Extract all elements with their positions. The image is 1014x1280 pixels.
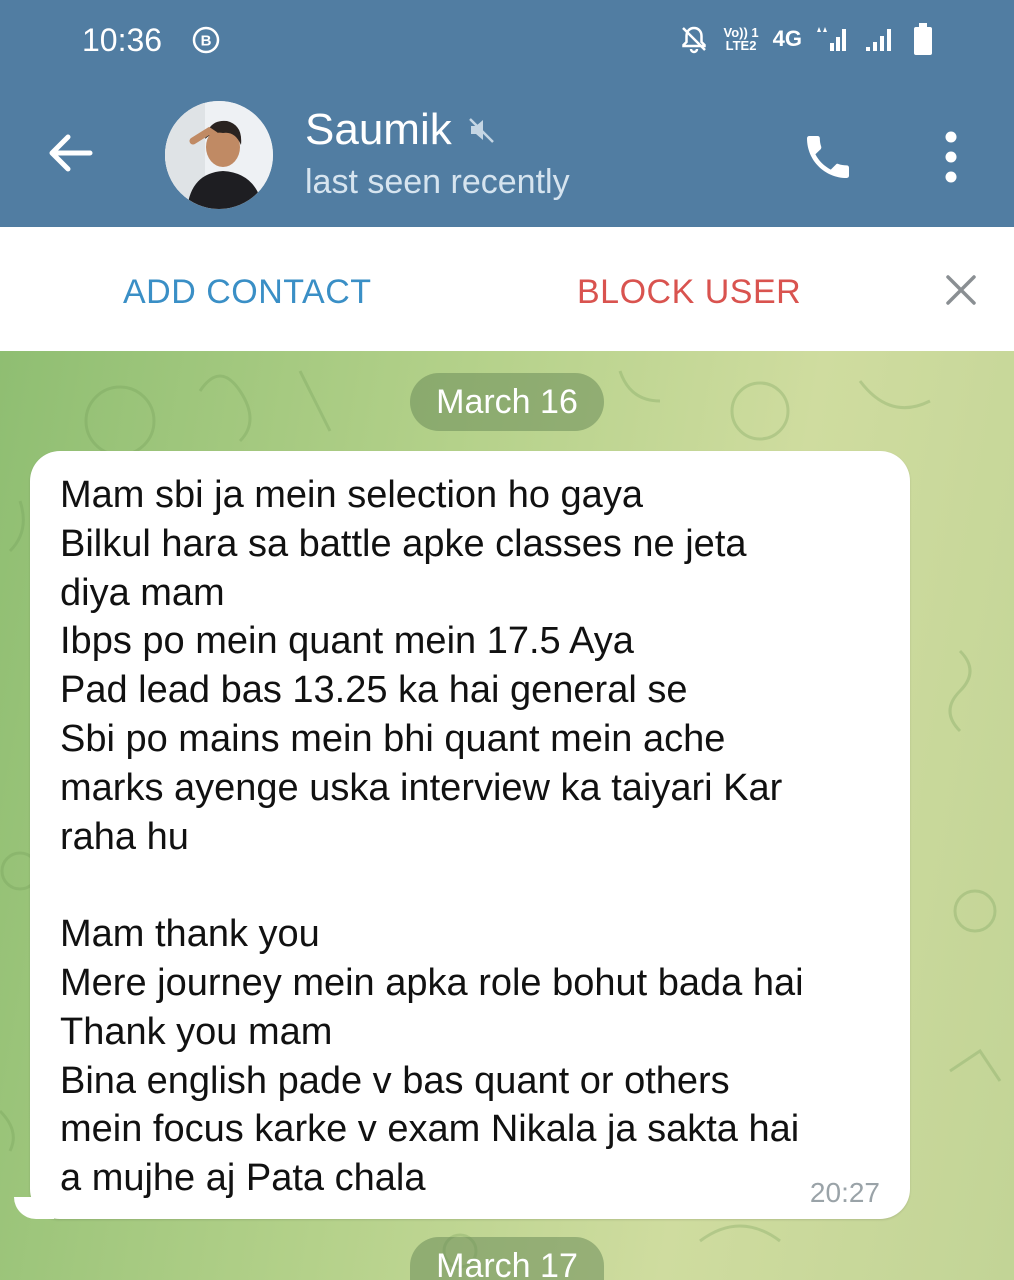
message-line: Bilkul hara sa battle apke classes ne je… [60, 522, 747, 565]
mute-icon [468, 118, 494, 143]
message-line: marks ayenge uska interview ka taiyari K… [60, 766, 783, 809]
message-line: Ibps po mein quant mein 17.5 Aya [60, 620, 634, 663]
volte-indicator: Vo)) 1 LTE2 [723, 25, 759, 53]
message-text: Mam sbi ja mein selection ho gaya Bilkul… [60, 471, 890, 1203]
message-line: raha hu [60, 815, 189, 858]
message-line: diya mam [60, 571, 225, 614]
message-line: Pad lead bas 13.25 ka hai general se [60, 669, 688, 712]
notification-off-icon [682, 26, 707, 54]
svg-text:B: B [201, 33, 212, 50]
message-line: a mujhe aj Pata chala [60, 1157, 426, 1200]
contact-action-bar: ADD CONTACT BLOCK USER [0, 227, 1014, 351]
back-arrow-icon[interactable] [44, 127, 96, 179]
network-type: 4G [772, 26, 802, 51]
add-contact-button[interactable]: ADD CONTACT [123, 273, 372, 312]
avatar[interactable] [165, 101, 273, 209]
close-icon[interactable] [944, 273, 978, 307]
signal-icon [817, 27, 846, 51]
message-line: Mam sbi ja mein selection ho gaya [60, 474, 643, 516]
message-line: Mam thank you [60, 913, 320, 956]
chat-header: Saumik last seen recently [0, 85, 1014, 227]
date-separator: March 17 [410, 1237, 604, 1280]
message-line: Thank you mam [60, 1010, 333, 1053]
contact-name-row[interactable]: Saumik [305, 105, 498, 155]
message-line: mein focus karke v exam Nikala ja sakta … [60, 1108, 800, 1151]
message-line: Sbi po mains mein bhi quant mein ache [60, 717, 726, 760]
message-line [60, 861, 890, 910]
message-bubble[interactable]: Mam sbi ja mein selection ho gaya Bilkul… [30, 451, 910, 1219]
message-timestamp: 20:27 [809, 1177, 880, 1208]
signal-icon [866, 29, 891, 51]
phone-icon[interactable] [800, 129, 856, 185]
date-separator: March 16 [410, 373, 604, 431]
more-vert-icon[interactable] [936, 129, 966, 185]
status-bar: 10:36 B Vo)) 1 LTE2 4G [0, 0, 1014, 85]
b-badge-icon: B [192, 26, 220, 54]
message-line: Mere journey mein apka role bohut bada h… [60, 961, 804, 1004]
status-time: 10:36 [82, 22, 163, 58]
block-user-button[interactable]: BLOCK USER [577, 273, 801, 312]
status-right-icons: Vo)) 1 LTE2 4G [679, 22, 934, 56]
message-line: Bina english pade v bas quant or others [60, 1059, 730, 1102]
battery-icon [914, 23, 932, 55]
contact-name: Saumik [305, 105, 452, 154]
chat-area[interactable]: March 16 Mam sbi ja mein selection ho ga… [0, 351, 1014, 1280]
last-seen-status: last seen recently [305, 163, 570, 201]
